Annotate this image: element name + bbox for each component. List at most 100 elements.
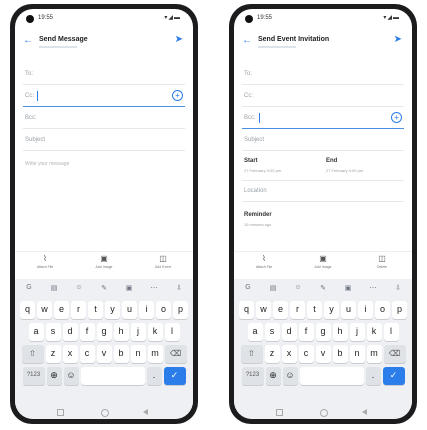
key[interactable]: z [45, 345, 61, 363]
to-field[interactable]: To: [23, 65, 185, 85]
key[interactable]: s [45, 323, 61, 341]
sticker-icon[interactable]: ▤ [263, 284, 283, 296]
key[interactable]: v [96, 345, 112, 363]
clipboard-icon[interactable]: ▣ [119, 284, 139, 296]
recents-nav-icon[interactable] [276, 409, 283, 416]
key[interactable]: y [105, 301, 120, 319]
delete-button[interactable]: ◫ Delete [362, 254, 402, 269]
key[interactable]: m [147, 345, 163, 363]
emoji-toolbar-icon[interactable]: ☺ [69, 284, 89, 296]
key[interactable]: w [256, 301, 271, 319]
key[interactable]: f [298, 323, 314, 341]
back-nav-icon[interactable] [362, 409, 367, 415]
more-icon[interactable]: ⋯ [363, 284, 383, 296]
home-nav-icon[interactable] [101, 409, 109, 417]
google-icon[interactable]: G [238, 284, 258, 296]
key[interactable]: n [349, 345, 365, 363]
key[interactable]: s [264, 323, 280, 341]
add-image-button[interactable]: ▣ Add Image [303, 254, 343, 269]
add-contact-icon[interactable]: + [391, 112, 402, 123]
back-nav-icon[interactable] [143, 409, 148, 415]
key[interactable]: p [173, 301, 188, 319]
key[interactable]: t [88, 301, 103, 319]
cc-field[interactable]: Cc: + [23, 87, 185, 107]
space-key[interactable] [80, 367, 145, 385]
subject-field[interactable]: Subject [23, 131, 185, 151]
key[interactable]: z [264, 345, 280, 363]
space-key[interactable] [299, 367, 364, 385]
google-icon[interactable]: G [19, 284, 39, 296]
mic-icon[interactable]: ⇩ [388, 284, 408, 296]
key[interactable]: h [113, 323, 129, 341]
add-image-button[interactable]: ▣ Add Image [84, 254, 124, 269]
add-event-button[interactable]: ◫ Add Event [143, 254, 183, 269]
shift-key[interactable]: ⇧ [240, 345, 263, 363]
period-key[interactable]: . [365, 367, 381, 385]
symbols-key[interactable]: ?123 [241, 367, 264, 385]
clipboard-icon[interactable]: ▣ [338, 284, 358, 296]
key[interactable]: m [366, 345, 382, 363]
key[interactable]: b [113, 345, 129, 363]
backspace-key[interactable]: ⌫ [164, 345, 187, 363]
subject-field[interactable]: Subject [242, 131, 404, 151]
key[interactable]: r [71, 301, 86, 319]
home-nav-icon[interactable] [320, 409, 328, 417]
key[interactable]: x [62, 345, 78, 363]
key[interactable]: u [341, 301, 356, 319]
key[interactable]: l [383, 323, 399, 341]
key[interactable]: y [324, 301, 339, 319]
key[interactable]: k [147, 323, 163, 341]
key[interactable]: q [239, 301, 254, 319]
key[interactable]: c [79, 345, 95, 363]
key[interactable]: r [290, 301, 305, 319]
shift-key[interactable]: ⇧ [21, 345, 44, 363]
globe-key[interactable]: ⊕ [265, 367, 281, 385]
key[interactable]: d [62, 323, 78, 341]
key[interactable]: a [28, 323, 44, 341]
key[interactable]: i [139, 301, 154, 319]
emoji-toolbar-icon[interactable]: ☺ [288, 284, 308, 296]
attach-file-button[interactable]: ⌇ Attach File [244, 254, 284, 269]
emoji-key[interactable]: ☺ [282, 367, 298, 385]
key[interactable]: j [349, 323, 365, 341]
back-arrow-icon[interactable]: ← [242, 35, 252, 46]
more-icon[interactable]: ⋯ [144, 284, 164, 296]
back-arrow-icon[interactable]: ← [23, 35, 33, 46]
key[interactable]: j [130, 323, 146, 341]
globe-key[interactable]: ⊕ [46, 367, 62, 385]
key[interactable]: q [20, 301, 35, 319]
period-key[interactable]: . [146, 367, 162, 385]
key[interactable]: v [315, 345, 331, 363]
palette-icon[interactable]: ✎ [94, 284, 114, 296]
attach-file-button[interactable]: ⌇ Attach File [25, 254, 65, 269]
emoji-key[interactable]: ☺ [63, 367, 79, 385]
recents-nav-icon[interactable] [57, 409, 64, 416]
key[interactable]: k [366, 323, 382, 341]
key[interactable]: o [156, 301, 171, 319]
key[interactable]: l [164, 323, 180, 341]
bcc-field[interactable]: Bcc: + [242, 109, 404, 129]
backspace-key[interactable]: ⌫ [383, 345, 406, 363]
key[interactable]: o [375, 301, 390, 319]
key[interactable]: n [130, 345, 146, 363]
cc-field[interactable]: Cc: [242, 87, 404, 107]
sticker-icon[interactable]: ▤ [44, 284, 64, 296]
key[interactable]: t [307, 301, 322, 319]
enter-key[interactable]: ✓ [382, 367, 405, 385]
key[interactable]: i [358, 301, 373, 319]
key[interactable]: d [281, 323, 297, 341]
location-field[interactable]: Location [242, 182, 404, 202]
key[interactable]: f [79, 323, 95, 341]
mic-icon[interactable]: ⇩ [169, 284, 189, 296]
add-contact-icon[interactable]: + [172, 90, 183, 101]
key[interactable]: c [298, 345, 314, 363]
key[interactable]: e [273, 301, 288, 319]
send-icon[interactable]: ➤ [394, 34, 402, 45]
key[interactable]: p [392, 301, 407, 319]
to-field[interactable]: To: [242, 65, 404, 85]
message-body-placeholder[interactable]: Write your message [25, 161, 69, 167]
key[interactable]: x [281, 345, 297, 363]
key[interactable]: a [247, 323, 263, 341]
key[interactable]: g [96, 323, 112, 341]
key[interactable]: u [122, 301, 137, 319]
